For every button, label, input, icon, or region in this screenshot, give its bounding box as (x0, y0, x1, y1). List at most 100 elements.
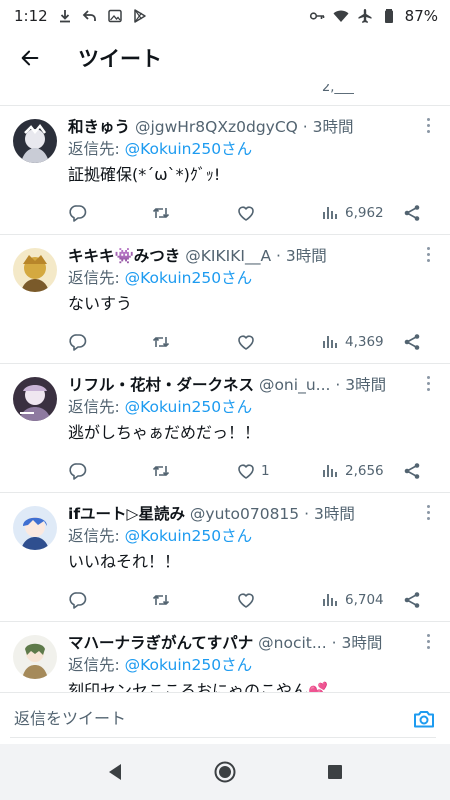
separator-dot: · (335, 376, 341, 394)
display-name[interactable]: キキキ👾みつき (68, 247, 180, 265)
display-name[interactable]: リフル・花村・ダークネス (68, 376, 254, 394)
like-button[interactable]: 1 (236, 459, 270, 483)
reply-target-link[interactable]: @Kokuin250さん (125, 269, 252, 287)
more-options-icon[interactable] (420, 502, 436, 522)
views-button[interactable]: 2,656 (320, 459, 384, 483)
reply-feed[interactable]: 2,___ 和きゅう @jgwHr8QXz0dgyCQ · 3時間 返信先: @… (0, 84, 450, 692)
camera-button[interactable] (412, 707, 436, 731)
reply-context: 返信先: @Kokuin250さん (68, 267, 438, 290)
like-button[interactable] (236, 330, 261, 354)
heart-icon (238, 206, 254, 221)
user-handle[interactable]: @nocit... (258, 634, 327, 652)
retweet-button[interactable] (151, 201, 176, 225)
heart-icon (238, 464, 254, 479)
camera-icon (414, 711, 434, 728)
timestamp[interactable]: 3時間 (286, 247, 327, 265)
timestamp[interactable]: 3時間 (341, 634, 382, 652)
page-title: ツイート (78, 47, 162, 71)
tweet-header: キキキ👾みつき @KIKIKI__A · 3時間 (68, 245, 408, 267)
battery-percent: 87% (404, 7, 438, 25)
reply-target-link[interactable]: @Kokuin250さん (125, 656, 252, 674)
comment-icon (69, 463, 87, 480)
reply-button[interactable] (68, 459, 93, 483)
retweet-button[interactable] (151, 459, 176, 483)
views-button[interactable]: 4,369 (320, 330, 384, 354)
more-options-icon[interactable] (420, 631, 436, 651)
more-options-icon[interactable] (420, 115, 436, 135)
like-button[interactable] (236, 201, 261, 225)
user-handle[interactable]: @yuto070815 (190, 505, 299, 523)
status-left: 1:12 (14, 7, 148, 25)
avatar[interactable] (13, 248, 57, 292)
avatar[interactable] (13, 377, 57, 421)
user-handle[interactable]: @KIKIKI__A (185, 247, 271, 265)
timestamp[interactable]: 3時間 (345, 376, 386, 394)
avatar[interactable] (13, 635, 57, 679)
tweet-body: ifユート▷星読み @yuto070815 · 3時間 返信先: @Kokuin… (68, 503, 438, 575)
nav-home-button[interactable] (203, 750, 247, 794)
tweet-text: いいねそれ！！ (68, 552, 181, 571)
display-name[interactable]: マハーナラぎがんてすパナ (68, 634, 253, 652)
tweet-body: リフル・花村・ダークネス @oni_u... · 3時間 返信先: @Kokui… (68, 374, 438, 446)
tweet-header: ifユート▷星読み @yuto070815 · 3時間 (68, 503, 408, 525)
back-arrow-icon (21, 50, 39, 66)
reply-input[interactable]: 返信をツイート (14, 705, 126, 729)
more-options-icon[interactable] (420, 373, 436, 393)
retweet-button[interactable] (151, 588, 176, 612)
reply-target-link[interactable]: @Kokuin250さん (125, 398, 252, 416)
user-handle[interactable]: @oni_u... (259, 376, 330, 394)
reply-button[interactable] (68, 201, 93, 225)
views-button[interactable]: 6,704 (320, 588, 384, 612)
reply-button[interactable] (68, 588, 93, 612)
timestamp[interactable]: 3時間 (314, 505, 355, 523)
back-button[interactable] (0, 32, 60, 84)
heart-icon (238, 335, 254, 350)
comment-icon (69, 205, 87, 222)
views-chart-icon (323, 594, 337, 606)
tweet-text: 逃がしちゃぁだめだっ！！ (68, 423, 261, 442)
reply-context: 返信先: @Kokuin250さん (68, 138, 438, 161)
tweet-item[interactable]: ifユート▷星読み @yuto070815 · 3時間 返信先: @Kokuin… (0, 493, 450, 622)
display-name[interactable]: ifユート▷星読み (68, 505, 185, 523)
tweet-item[interactable]: マハーナラぎがんてすパナ @nocit... · 3時間 返信先: @Kokui… (0, 622, 450, 692)
views-count: 4,369 (345, 334, 384, 350)
reply-target-link[interactable]: @Kokuin250さん (125, 140, 252, 158)
retweet-button[interactable] (151, 330, 176, 354)
reply-prefix: 返信先: (68, 656, 125, 674)
separator-dot: · (304, 505, 310, 523)
share-button[interactable] (402, 459, 422, 483)
tweet-actions: 6,704 (68, 588, 438, 612)
share-button[interactable] (402, 588, 422, 612)
airplane-icon (357, 8, 373, 24)
views-chart-icon (323, 207, 337, 219)
like-button[interactable] (236, 588, 261, 612)
display-name[interactable]: 和きゅう (68, 118, 130, 136)
nav-recents-button[interactable] (313, 750, 357, 794)
tweet-actions: 1 2,656 (68, 459, 438, 483)
key-icon (309, 8, 325, 24)
tweet-header: リフル・花村・ダークネス @oni_u... · 3時間 (68, 374, 408, 396)
views-chart-icon (323, 336, 337, 348)
tweet-body: マハーナラぎがんてすパナ @nocit... · 3時間 返信先: @Kokui… (68, 632, 438, 692)
share-button[interactable] (402, 330, 422, 354)
views-count: 6,704 (345, 592, 384, 608)
tweet-item[interactable]: 和きゅう @jgwHr8QXz0dgyCQ · 3時間 返信先: @Kokuin… (0, 106, 450, 235)
user-handle[interactable]: @jgwHr8QXz0dgyCQ (135, 118, 298, 136)
share-icon (404, 463, 420, 479)
nav-back-button[interactable] (93, 750, 137, 794)
reply-context: 返信先: @Kokuin250さん (68, 525, 438, 548)
status-bar: 1:12 87% (0, 0, 450, 32)
avatar[interactable] (13, 506, 57, 550)
avatar[interactable] (13, 119, 57, 163)
reply-prefix: 返信先: (68, 527, 125, 545)
tweet-item[interactable]: キキキ👾みつき @KIKIKI__A · 3時間 返信先: @Kokuin250… (0, 235, 450, 364)
reply-arrow-icon (82, 8, 98, 24)
more-options-icon[interactable] (420, 244, 436, 264)
tweet-item[interactable]: リフル・花村・ダークネス @oni_u... · 3時間 返信先: @Kokui… (0, 364, 450, 493)
wifi-icon (333, 8, 349, 24)
reply-target-link[interactable]: @Kokuin250さん (125, 527, 252, 545)
share-button[interactable] (402, 201, 422, 225)
views-button[interactable]: 6,962 (320, 201, 384, 225)
timestamp[interactable]: 3時間 (313, 118, 354, 136)
reply-button[interactable] (68, 330, 93, 354)
